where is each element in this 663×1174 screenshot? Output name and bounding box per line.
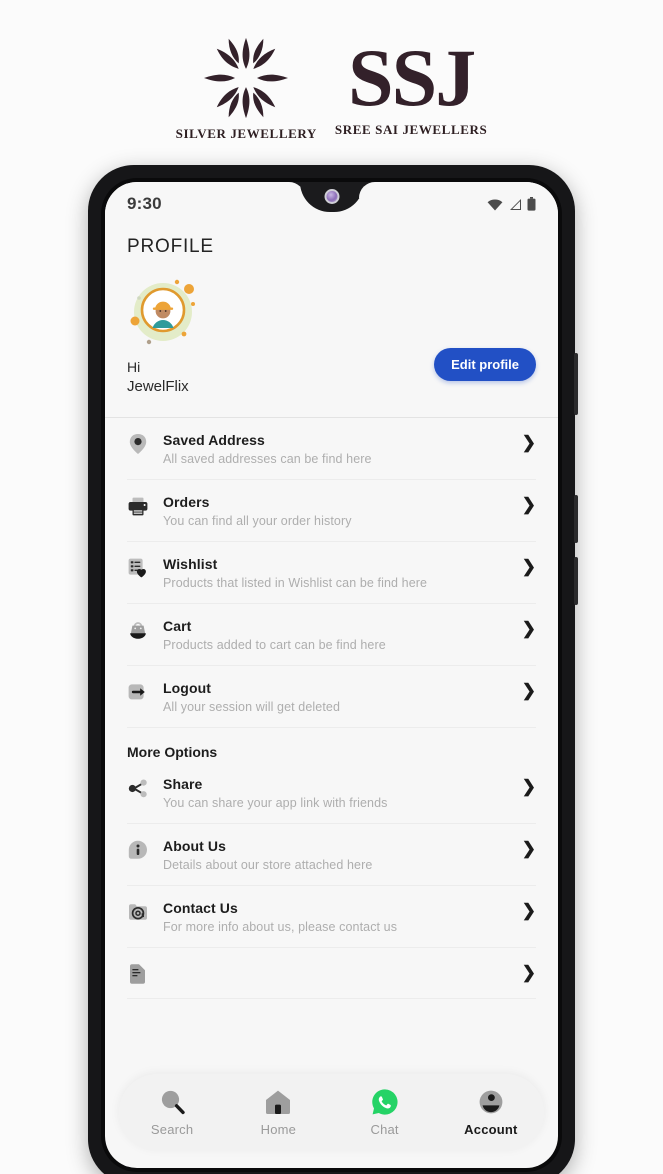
chevron-right-icon: ❯ bbox=[521, 963, 536, 983]
wifi-icon bbox=[487, 198, 503, 210]
bottom-navigation-bar: Search Home Chat Account bbox=[119, 1074, 544, 1150]
phone-bezel: 9:30 PROFILE Hi JewelFlix Edit profile S… bbox=[101, 178, 562, 1172]
list-heart-icon bbox=[127, 557, 149, 579]
edit-profile-button[interactable]: Edit profile bbox=[434, 348, 536, 382]
menu-item-saved-address[interactable]: Saved Address All saved addresses can be… bbox=[127, 418, 536, 481]
nav-item-account[interactable]: Account bbox=[448, 1087, 534, 1137]
menu-item-subtitle: Products added to cart can be find here bbox=[163, 638, 386, 653]
star-flower-icon bbox=[204, 37, 289, 119]
user-avatar bbox=[130, 279, 195, 345]
info-circle-icon bbox=[127, 839, 149, 861]
menu-item-subtitle: You can find all your order history bbox=[163, 514, 352, 529]
printer-icon bbox=[127, 495, 149, 517]
menu-item-subtitle: Products that listed in Wishlist can be … bbox=[163, 576, 428, 591]
phone-screen: 9:30 PROFILE Hi JewelFlix Edit profile S… bbox=[105, 182, 558, 1168]
nav-item-chat[interactable]: Chat bbox=[342, 1087, 428, 1137]
brand-left-caption: SILVER JEWELLERY bbox=[175, 126, 317, 141]
menu-item-title: Wishlist bbox=[163, 556, 218, 573]
brand-right: SSJ SREE SAI JEWELLERS bbox=[334, 32, 488, 137]
battery-icon bbox=[527, 197, 536, 211]
menu-item-title: Share bbox=[163, 776, 203, 793]
chevron-right-icon: ❯ bbox=[521, 495, 536, 515]
front-camera-icon bbox=[324, 189, 339, 204]
nav-label: Search bbox=[150, 1122, 194, 1137]
phone-mockup: 9:30 PROFILE Hi JewelFlix Edit profile S… bbox=[0, 160, 663, 1174]
nav-item-search[interactable]: Search bbox=[129, 1087, 215, 1137]
nav-label: Chat bbox=[370, 1122, 399, 1137]
nav-item-home[interactable]: Home bbox=[235, 1087, 321, 1137]
menu-item-title: Orders bbox=[163, 494, 210, 511]
signal-icon bbox=[510, 198, 521, 210]
chevron-right-icon: ❯ bbox=[521, 777, 536, 797]
whatsapp-icon bbox=[371, 1089, 398, 1115]
menu-item-title: Contact Us bbox=[163, 900, 238, 917]
volume-down-button[interactable] bbox=[574, 495, 578, 543]
notch bbox=[288, 182, 375, 216]
menu-item-orders[interactable]: Orders You can find all your order histo… bbox=[127, 480, 536, 543]
power-button[interactable] bbox=[574, 557, 578, 605]
account-icon bbox=[479, 1090, 503, 1114]
menu-item-subtitle: You can share your app link with friends bbox=[163, 796, 388, 811]
greeting-text: Hi bbox=[127, 359, 141, 375]
chevron-right-icon: ❯ bbox=[521, 557, 536, 577]
at-mail-icon bbox=[127, 901, 149, 923]
location-pin-icon bbox=[127, 433, 149, 455]
chevron-right-icon: ❯ bbox=[521, 433, 536, 453]
chevron-right-icon: ❯ bbox=[521, 901, 536, 921]
search-icon bbox=[162, 1090, 185, 1115]
profile-header: Hi JewelFlix Edit profile bbox=[105, 272, 558, 419]
profile-menu-list: Saved Address All saved addresses can be… bbox=[105, 418, 558, 1000]
chevron-right-icon: ❯ bbox=[521, 681, 536, 701]
page-title: PROFILE bbox=[105, 226, 558, 272]
menu-item-title: Logout bbox=[163, 680, 212, 697]
brand-header: SILVER JEWELLERY SSJ SREE SAI JEWELLERS bbox=[0, 0, 663, 160]
status-icons bbox=[487, 197, 536, 211]
logout-arrow-icon bbox=[127, 681, 149, 703]
menu-item-share[interactable]: Share You can share your app link with f… bbox=[127, 762, 536, 825]
menu-item-subtitle: For more info about us, please contact u… bbox=[163, 920, 398, 935]
menu-item-title: Cart bbox=[163, 618, 192, 635]
menu-item-title: About Us bbox=[163, 838, 227, 855]
home-icon bbox=[266, 1090, 291, 1114]
menu-item-contact-us[interactable]: Contact Us For more info about us, pleas… bbox=[127, 886, 536, 949]
menu-item-logout[interactable]: Logout All your session will get deleted… bbox=[127, 666, 536, 729]
avatar[interactable] bbox=[127, 276, 201, 350]
brand-wordmark: SSJ bbox=[348, 32, 476, 124]
brand-right-caption: SREE SAI JEWELLERS bbox=[334, 121, 488, 137]
document-icon bbox=[127, 963, 149, 985]
nav-label: Account bbox=[464, 1122, 518, 1137]
menu-item-wishlist[interactable]: Wishlist Products that listed in Wishlis… bbox=[127, 542, 536, 605]
menu-item-about-us[interactable]: About Us Details about our store attache… bbox=[127, 824, 536, 887]
volume-up-button[interactable] bbox=[574, 353, 578, 415]
status-time: 9:30 bbox=[127, 194, 162, 213]
menu-item-title: Saved Address bbox=[163, 432, 265, 449]
phone-frame: 9:30 PROFILE Hi JewelFlix Edit profile S… bbox=[88, 165, 578, 1174]
menu-item-subtitle: Details about our store attached here bbox=[163, 858, 373, 873]
shopping-bag-icon bbox=[127, 619, 149, 641]
nav-label: Home bbox=[260, 1122, 297, 1137]
brand-left: SILVER JEWELLERY bbox=[176, 36, 317, 142]
menu-item-partially-hidden[interactable]: ❯ bbox=[127, 948, 536, 1000]
menu-item-cart[interactable]: Cart Products added to cart can be find … bbox=[127, 604, 536, 667]
more-options-label: More Options bbox=[127, 744, 218, 761]
chevron-right-icon: ❯ bbox=[521, 619, 536, 639]
chevron-right-icon: ❯ bbox=[521, 839, 536, 859]
menu-item-subtitle: All saved addresses can be find here bbox=[163, 452, 372, 467]
share-nodes-icon bbox=[127, 777, 149, 799]
menu-item-subtitle: All your session will get deleted bbox=[163, 700, 340, 715]
